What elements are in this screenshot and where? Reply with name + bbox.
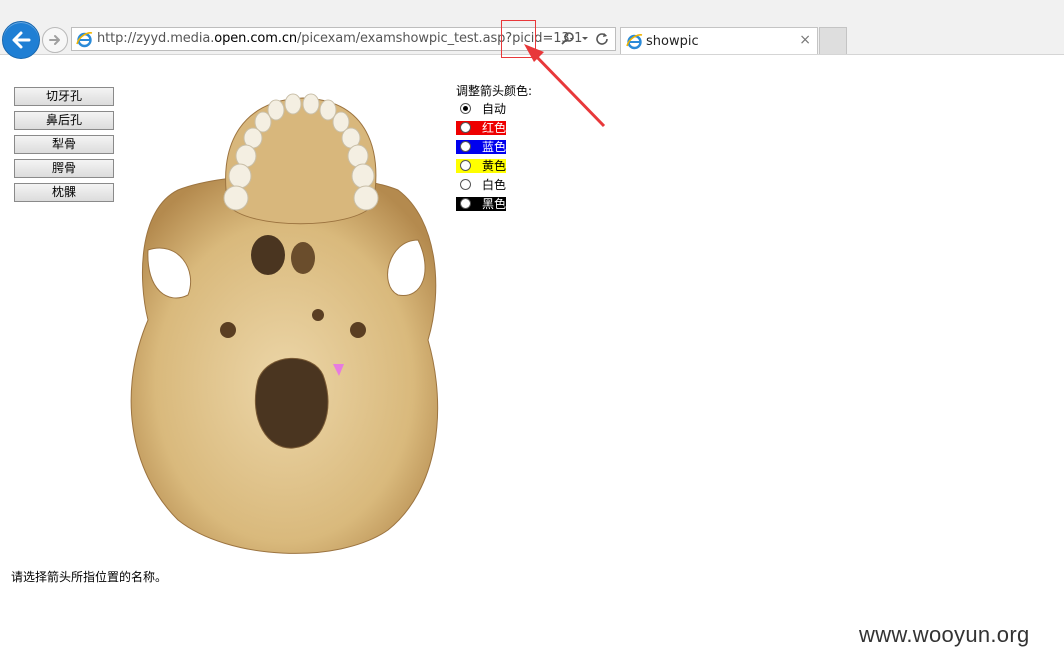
radio-black[interactable] <box>460 198 471 209</box>
question-prompt: 请选择箭头所指位置的名称。 <box>11 570 168 584</box>
new-tab-button[interactable] <box>819 27 847 54</box>
back-arrow-icon <box>12 31 31 49</box>
color-option-red[interactable]: 红色 <box>456 120 532 139</box>
color-panel-title: 调整箭头颜色: <box>456 84 533 98</box>
url-domain: open.com.cn <box>214 31 298 46</box>
forward-arrow-icon <box>49 35 60 45</box>
forward-button[interactable] <box>42 27 68 53</box>
radio-auto[interactable] <box>460 103 471 114</box>
color-option-label: 白色 <box>482 178 507 192</box>
color-option-label: 蓝色 <box>482 140 507 154</box>
color-option-label: 红色 <box>482 121 507 135</box>
color-option-black[interactable]: 黑色 <box>456 196 532 215</box>
radio-red[interactable] <box>460 122 471 133</box>
back-button[interactable] <box>2 21 40 59</box>
answer-button-occipital-condyle[interactable]: 枕髁 <box>14 183 114 202</box>
close-tab-icon[interactable]: × <box>799 32 811 48</box>
radio-yellow[interactable] <box>460 160 471 171</box>
answer-button-group: 切牙孔 鼻后孔 犁骨 腭骨 枕髁 <box>14 87 114 207</box>
color-option-white[interactable]: 白色 <box>456 177 532 196</box>
color-option-label: 自动 <box>482 102 507 116</box>
arrow-color-panel: 调整箭头颜色: 自动 红色 蓝色 黄色 白色 黑色 <box>456 83 532 215</box>
watermark: www.wooyun.org <box>859 622 1030 647</box>
browser-tab[interactable]: showpic × <box>620 27 818 54</box>
answer-button-incisive-foramen[interactable]: 切牙孔 <box>14 87 114 106</box>
radio-blue[interactable] <box>460 141 471 152</box>
color-option-yellow[interactable]: 黄色 <box>456 158 532 177</box>
answer-button-choanae[interactable]: 鼻后孔 <box>14 111 114 130</box>
color-option-blue[interactable]: 蓝色 <box>456 139 532 158</box>
answer-button-vomer[interactable]: 犁骨 <box>14 135 114 154</box>
url-prefix: http://zyyd.media. <box>97 31 215 46</box>
color-option-auto[interactable]: 自动 <box>456 101 532 120</box>
tab-title: showpic <box>646 34 699 49</box>
ie-tab-icon <box>626 34 643 50</box>
color-option-label: 黄色 <box>482 159 507 173</box>
ie-logo-icon <box>76 32 93 48</box>
skull-base-image <box>130 93 439 554</box>
answer-button-palatine[interactable]: 腭骨 <box>14 159 114 178</box>
radio-white[interactable] <box>460 179 471 190</box>
color-option-label: 黑色 <box>482 197 507 211</box>
